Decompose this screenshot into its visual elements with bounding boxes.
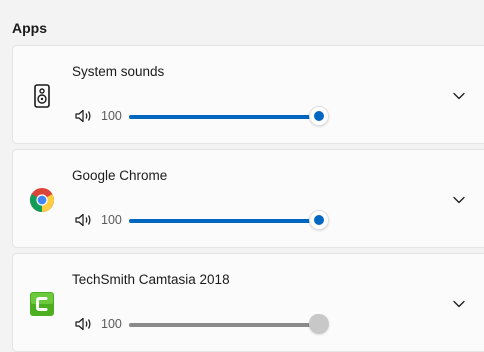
volume-value: 100 bbox=[101, 213, 122, 227]
chevron-down-icon[interactable] bbox=[451, 192, 467, 208]
chevron-down-icon[interactable] bbox=[451, 296, 467, 312]
slider-thumb[interactable] bbox=[309, 314, 329, 334]
slider-thumb[interactable] bbox=[309, 210, 329, 230]
chrome-icon bbox=[30, 188, 54, 212]
app-volume-card-camtasia: TechSmith Camtasia 2018 100 bbox=[12, 253, 484, 352]
volume-value: 100 bbox=[101, 109, 122, 123]
volume-icon[interactable] bbox=[74, 108, 94, 124]
app-name: System sounds bbox=[72, 64, 165, 79]
volume-slider[interactable] bbox=[129, 210, 329, 230]
volume-slider[interactable] bbox=[129, 314, 329, 334]
volume-icon[interactable] bbox=[74, 212, 94, 228]
section-title: Apps bbox=[12, 20, 47, 36]
volume-value: 100 bbox=[101, 317, 122, 331]
volume-slider[interactable] bbox=[129, 106, 329, 126]
slider-fill bbox=[129, 322, 319, 327]
volume-icon[interactable] bbox=[74, 316, 94, 332]
slider-thumb[interactable] bbox=[309, 106, 329, 126]
speaker-icon bbox=[34, 84, 50, 108]
slider-fill bbox=[129, 114, 319, 119]
chevron-down-icon[interactable] bbox=[451, 88, 467, 104]
app-volume-card-system-sounds: System sounds 100 bbox=[12, 45, 484, 144]
app-name: TechSmith Camtasia 2018 bbox=[72, 272, 230, 287]
slider-fill bbox=[129, 218, 319, 223]
app-name: Google Chrome bbox=[72, 168, 168, 183]
app-volume-card-google-chrome: Google Chrome 100 bbox=[12, 149, 484, 248]
camtasia-icon bbox=[30, 292, 54, 316]
